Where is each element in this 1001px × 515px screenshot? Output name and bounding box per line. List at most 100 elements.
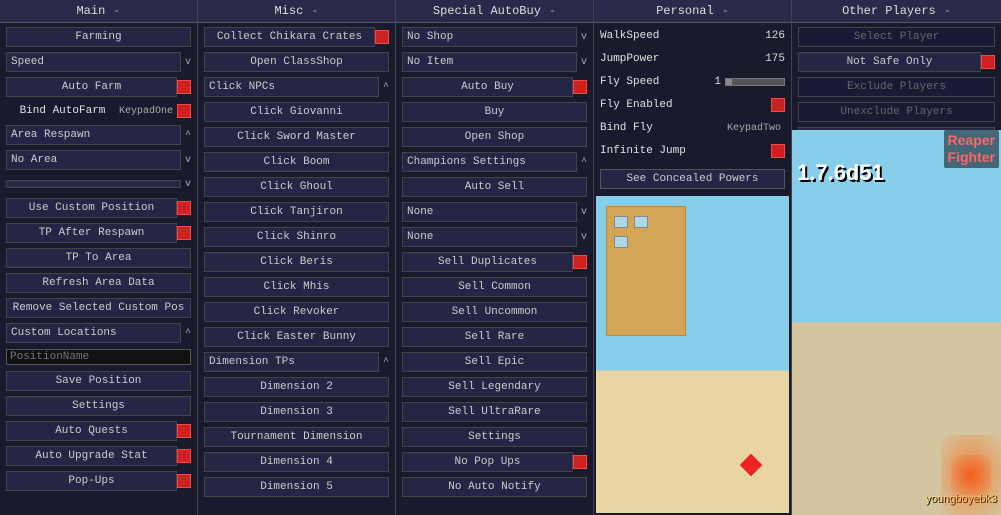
refresh-area-data-button[interactable]: Refresh Area Data <box>6 273 191 293</box>
buy-button[interactable]: Buy <box>402 102 587 122</box>
no-auto-notify-button[interactable]: No Auto Notify <box>402 477 587 497</box>
blank-toggle-button[interactable] <box>6 180 181 188</box>
speed-toggle[interactable]: v <box>185 57 191 68</box>
position-name-input[interactable] <box>6 349 191 365</box>
blank-toggle[interactable]: v <box>185 179 191 190</box>
misc-collapse-btn[interactable]: - <box>311 4 318 18</box>
sell-rare-button[interactable]: Sell Rare <box>402 327 587 347</box>
sell-common-button[interactable]: Sell Common <box>402 277 587 297</box>
dimension-tps-button[interactable]: Dimension TPs <box>204 352 379 372</box>
none-toggle-2-button[interactable]: None <box>402 227 577 247</box>
sell-epic-button[interactable]: Sell Epic <box>402 352 587 372</box>
other-collapse-btn[interactable]: - <box>944 4 951 18</box>
none-1-toggle[interactable]: v <box>581 207 587 218</box>
pop-ups-button[interactable]: Pop-Ups <box>6 471 177 491</box>
dimension-2-button[interactable]: Dimension 2 <box>204 377 389 397</box>
jumppower-value[interactable]: 175 <box>755 53 785 65</box>
auto-farm-toggle[interactable] <box>177 80 191 94</box>
auto-farm-button[interactable]: Auto Farm <box>6 77 177 97</box>
main-collapse-btn[interactable]: - <box>113 4 120 18</box>
sell-legendary-button[interactable]: Sell Legendary <box>402 377 587 397</box>
walkspeed-value[interactable]: 126 <box>755 30 785 42</box>
bind-fly-key[interactable]: KeypadTwo <box>727 123 781 134</box>
champions-settings-button[interactable]: Champions Settings <box>402 152 577 172</box>
auto-quests-button[interactable]: Auto Quests <box>6 421 177 441</box>
fly-speed-slider[interactable] <box>725 78 785 86</box>
pop-ups-toggle[interactable] <box>177 474 191 488</box>
use-custom-position-toggle[interactable] <box>177 201 191 215</box>
special-collapse-btn[interactable]: - <box>549 4 556 18</box>
area-respawn-arrow[interactable]: ^ <box>185 130 191 141</box>
none-toggle-1-button[interactable]: None <box>402 202 577 222</box>
dimension-3-button[interactable]: Dimension 3 <box>204 402 389 422</box>
dimension-tps-arrow[interactable]: ^ <box>383 357 389 368</box>
speed-button[interactable]: Speed <box>6 52 181 72</box>
exclude-players-button[interactable]: Exclude Players <box>798 77 995 97</box>
collect-chikara-button[interactable]: Collect Chikara Crates <box>204 27 375 47</box>
champions-settings-arrow[interactable]: ^ <box>581 157 587 168</box>
collect-chikara-toggle[interactable] <box>375 30 389 44</box>
click-npcs-button[interactable]: Click NPCs <box>204 77 379 97</box>
no-item-button[interactable]: No Item <box>402 52 577 72</box>
sell-duplicates-toggle[interactable] <box>573 255 587 269</box>
click-easter-bunny-button[interactable]: Click Easter Bunny <box>204 327 389 347</box>
click-giovanni-button[interactable]: Click Giovanni <box>204 102 389 122</box>
no-pop-ups-toggle[interactable] <box>573 455 587 469</box>
main-panel-header: Main - <box>0 0 197 23</box>
not-safe-only-button[interactable]: Not Safe Only <box>798 52 981 72</box>
tp-after-respawn-button[interactable]: TP After Respawn <box>6 223 177 243</box>
infinite-jump-toggle[interactable] <box>771 144 785 158</box>
bind-autofarm-box[interactable] <box>177 104 191 118</box>
no-shop-toggle[interactable]: v <box>581 32 587 43</box>
bind-autofarm-label: Bind AutoFarm <box>6 105 119 117</box>
auto-quests-toggle[interactable] <box>177 424 191 438</box>
dimension-4-button[interactable]: Dimension 4 <box>204 452 389 472</box>
remove-selected-custom-pos-button[interactable]: Remove Selected Custom Pos <box>6 298 191 318</box>
farming-button[interactable]: Farming <box>6 27 191 47</box>
click-ghoul-button[interactable]: Click Ghoul <box>204 177 389 197</box>
personal-collapse-btn[interactable]: - <box>722 4 729 18</box>
bind-autofarm-key[interactable]: KeypadOne <box>119 106 173 117</box>
save-position-button[interactable]: Save Position <box>6 371 191 391</box>
click-boom-button[interactable]: Click Boom <box>204 152 389 172</box>
auto-upgrade-stat-button[interactable]: Auto Upgrade Stat <box>6 446 177 466</box>
fly-enabled-toggle[interactable] <box>771 98 785 112</box>
no-shop-button[interactable]: No Shop <box>402 27 577 47</box>
no-area-toggle[interactable]: v <box>185 155 191 166</box>
tournament-dimension-button[interactable]: Tournament Dimension <box>204 427 389 447</box>
auto-buy-toggle[interactable] <box>573 80 587 94</box>
select-player-button[interactable]: Select Player <box>798 27 995 47</box>
click-npcs-arrow[interactable]: ^ <box>383 82 389 93</box>
open-shop-button[interactable]: Open Shop <box>402 127 587 147</box>
click-revoker-button[interactable]: Click Revoker <box>204 302 389 322</box>
tp-after-respawn-toggle[interactable] <box>177 226 191 240</box>
unexclude-players-button[interactable]: Unexclude Players <box>798 102 995 122</box>
sell-ultrarare-button[interactable]: Sell UltraRare <box>402 402 587 422</box>
no-item-toggle[interactable]: v <box>581 57 587 68</box>
dimension-5-button[interactable]: Dimension 5 <box>204 477 389 497</box>
sell-uncommon-button[interactable]: Sell Uncommon <box>402 302 587 322</box>
not-safe-only-toggle[interactable] <box>981 55 995 69</box>
auto-upgrade-stat-toggle[interactable] <box>177 449 191 463</box>
no-area-button[interactable]: No Area <box>6 150 181 170</box>
custom-locations-button[interactable]: Custom Locations <box>6 323 181 343</box>
click-mhis-button[interactable]: Click Mhis <box>204 277 389 297</box>
use-custom-position-button[interactable]: Use Custom Position <box>6 198 177 218</box>
custom-locations-arrow[interactable]: ^ <box>185 328 191 339</box>
no-pop-ups-button[interactable]: No Pop Ups <box>402 452 573 472</box>
settings-button[interactable]: Settings <box>6 396 191 416</box>
tp-to-area-button[interactable]: TP To Area <box>6 248 191 268</box>
sell-duplicates-button[interactable]: Sell Duplicates <box>402 252 573 272</box>
click-shinro-button[interactable]: Click Shinro <box>204 227 389 247</box>
click-sword-master-button[interactable]: Click Sword Master <box>204 127 389 147</box>
open-classshop-button[interactable]: Open ClassShop <box>204 52 389 72</box>
see-concealed-powers-button[interactable]: See Concealed Powers <box>600 169 785 189</box>
settings-special-button[interactable]: Settings <box>402 427 587 447</box>
click-tanjiron-button[interactable]: Click Tanjiron <box>204 202 389 222</box>
auto-buy-button[interactable]: Auto Buy <box>402 77 573 97</box>
list-item: Bind AutoFarm KeypadOne <box>2 100 195 122</box>
auto-sell-button[interactable]: Auto Sell <box>402 177 587 197</box>
click-beris-button[interactable]: Click Beris <box>204 252 389 272</box>
area-respawn-button[interactable]: Area Respawn <box>6 125 181 145</box>
none-2-toggle[interactable]: v <box>581 232 587 243</box>
